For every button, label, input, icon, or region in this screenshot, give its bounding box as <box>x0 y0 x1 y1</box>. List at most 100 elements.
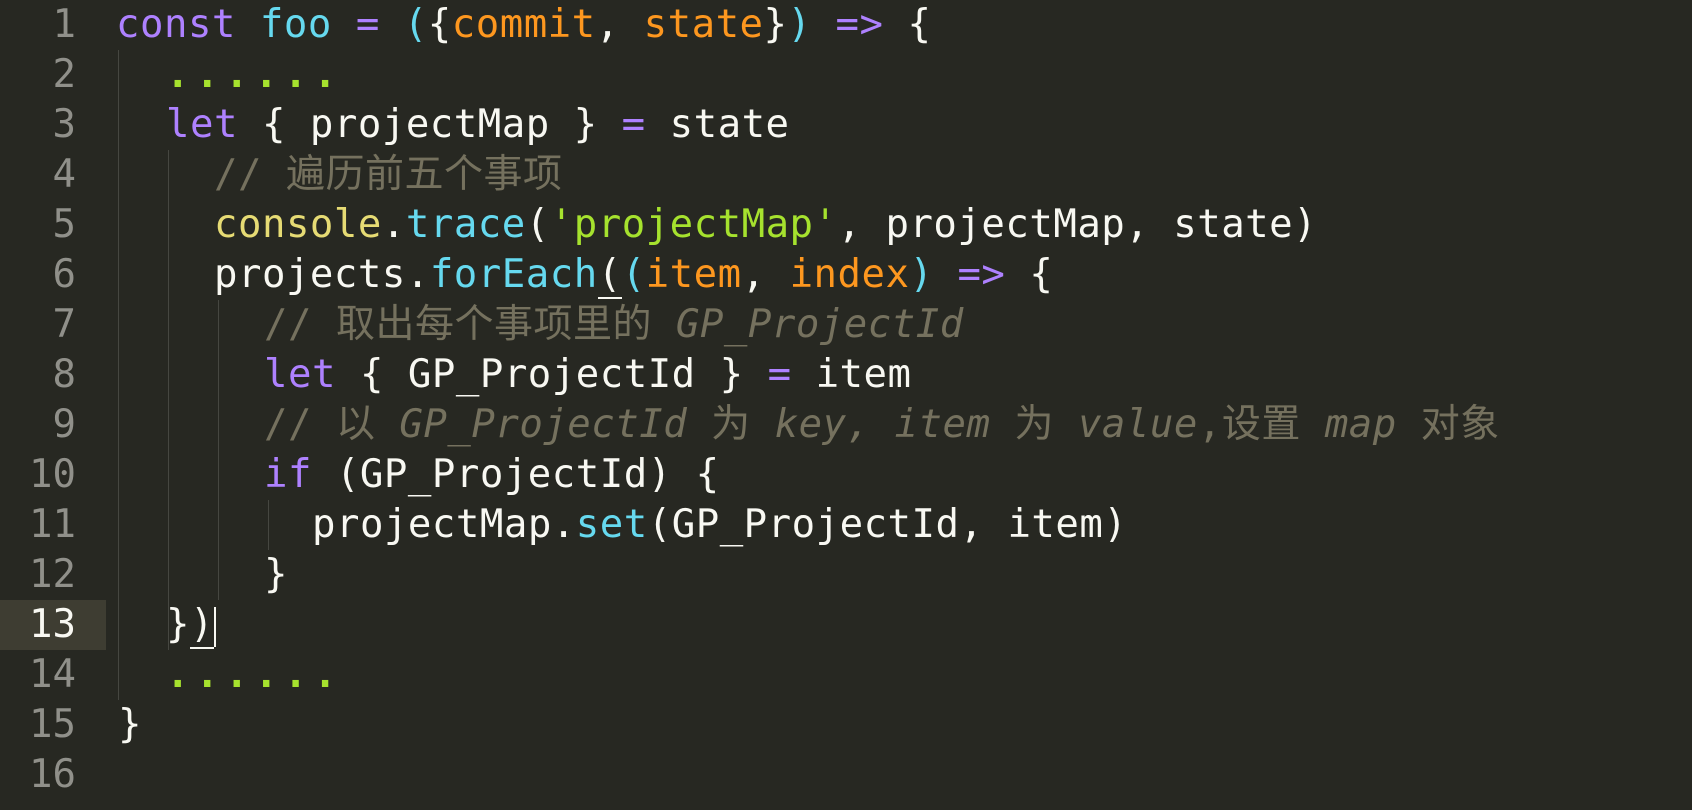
line-number-6: 6 <box>52 252 76 297</box>
comment-part-8: map <box>1324 402 1397 447</box>
operator-assign: = <box>621 102 646 147</box>
comment-part-7: ,设置 <box>1197 402 1325 447</box>
code-line-12: } <box>264 550 288 600</box>
method-trace: trace <box>405 202 526 247</box>
line-number-4: 4 <box>52 152 76 197</box>
line-number-3: 3 <box>52 102 76 147</box>
block-open: { <box>1029 252 1054 297</box>
dot: . <box>405 252 430 297</box>
line-number-16: 16 <box>29 752 76 797</box>
line-number-5: 5 <box>52 202 76 247</box>
operator-assign: = <box>767 352 792 397</box>
param-item: item <box>645 252 742 297</box>
code-text-area[interactable]: const foo = ({commit, state}) => { .....… <box>106 0 1692 810</box>
line-number-2: 2 <box>52 52 76 97</box>
param-index: index <box>789 252 910 297</box>
line-number-15: 15 <box>29 702 76 747</box>
operator-assign: = <box>355 2 380 47</box>
param-paren-open: ( <box>621 252 646 297</box>
line-number-13: 13 <box>29 602 76 647</box>
if-condition: (GP_ProjectId) { <box>335 452 720 497</box>
code-line-9: // 以 GP_ProjectId 为 key, item 为 value,设置… <box>264 400 1500 450</box>
code-line-6: projects.forEach((item, index) => { <box>214 250 1053 300</box>
keyword-let: let <box>264 352 336 397</box>
code-line-1: const foo = ({commit, state}) => { <box>116 0 931 50</box>
method-set: set <box>575 502 648 547</box>
code-line-7: // 取出每个事项里的 GP_ProjectId <box>264 300 964 350</box>
comment-part-3: 为 <box>687 402 775 447</box>
code-line-5: console.trace('projectMap', projectMap, … <box>214 200 1317 250</box>
arrow-operator: => <box>835 2 884 47</box>
indent-guide-3 <box>218 300 219 600</box>
paren-open: ( <box>525 202 550 247</box>
brace-close: } <box>763 2 788 47</box>
keyword-if: if <box>264 452 312 497</box>
brace-close: } <box>264 552 288 597</box>
line-number-10: 10 <box>29 452 76 497</box>
paren-open: ( <box>403 2 428 47</box>
brace-close: } <box>166 602 190 647</box>
indent-guide-4 <box>268 500 269 550</box>
dot: . <box>381 202 406 247</box>
comment: // 取出每个事项里的 <box>264 302 676 347</box>
ellipsis-dots: ...... <box>166 52 343 97</box>
arrow-operator: => <box>957 252 1006 297</box>
keyword-let: let <box>166 102 238 147</box>
code-line-15: } <box>118 700 142 750</box>
paren-open: ( <box>597 252 622 299</box>
dot: . <box>551 502 576 547</box>
line-number-11: 11 <box>29 502 76 547</box>
arguments: (GP_ProjectId, item) <box>647 502 1128 547</box>
comment-part-1: // 以 <box>264 402 400 447</box>
indent-guide-2 <box>168 150 169 650</box>
comma: , <box>595 2 620 47</box>
keyword-const: const <box>116 2 236 47</box>
identifier-state: state <box>669 102 790 147</box>
comment-part-2: GP_ProjectId <box>399 402 688 447</box>
code-line-4: // 遍历前五个事项 <box>214 150 562 200</box>
function-name: foo <box>259 2 332 47</box>
identifier-projects: projects <box>214 252 406 297</box>
code-line-13: }) <box>166 600 216 650</box>
line-number-1: 1 <box>52 2 76 47</box>
identifier-projectMap: projectMap <box>312 502 552 547</box>
comment-part-4: key, item <box>774 402 991 447</box>
ellipsis-dots: ...... <box>166 652 343 697</box>
comment-part-9: 对象 <box>1396 402 1500 447</box>
comment: // 遍历前五个事项 <box>214 152 563 197</box>
line-number-gutter: 1 2 3 4 5 6 7 8 9 10 11 12 13 14 15 16 <box>0 0 106 810</box>
text-cursor <box>213 606 216 647</box>
line-number-14: 14 <box>29 652 76 697</box>
line-number-12: 12 <box>29 552 76 597</box>
brace-open: { <box>427 2 452 47</box>
comment-italic: GP_ProjectId <box>675 302 964 347</box>
code-line-8: let { GP_ProjectId } = item <box>264 350 912 400</box>
indent-guide-1 <box>118 50 119 700</box>
code-line-2: ...... <box>166 50 343 100</box>
param-commit: commit <box>451 2 596 47</box>
code-line-10: if (GP_ProjectId) { <box>264 450 720 500</box>
brace-close: } <box>118 702 142 747</box>
paren-close: ) <box>787 2 812 47</box>
identifier-item: item <box>815 352 912 397</box>
code-editor[interactable]: 1 2 3 4 5 6 7 8 9 10 11 12 13 14 15 16 c… <box>0 0 1692 810</box>
arguments: , projectMap, state) <box>837 202 1318 247</box>
line-number-7: 7 <box>52 302 76 347</box>
comment-part-5: 为 <box>990 402 1078 447</box>
param-paren-close: ) <box>909 252 934 297</box>
line-number-9: 9 <box>52 402 76 447</box>
comma: , <box>741 252 766 297</box>
code-line-14: ...... <box>166 650 343 700</box>
method-forEach: forEach <box>429 252 598 297</box>
string-literal: 'projectMap' <box>549 202 838 247</box>
code-line-3: let { projectMap } = state <box>166 100 790 150</box>
block-open: { <box>907 2 932 47</box>
comment-part-6: value <box>1077 402 1198 447</box>
param-state: state <box>643 2 764 47</box>
destructure: { projectMap } <box>261 102 598 147</box>
paren-close: ) <box>189 602 214 649</box>
line-number-8: 8 <box>52 352 76 397</box>
code-line-11: projectMap.set(GP_ProjectId, item) <box>312 500 1127 550</box>
destructure: { GP_ProjectId } <box>359 352 744 397</box>
identifier-console: console <box>214 202 382 247</box>
